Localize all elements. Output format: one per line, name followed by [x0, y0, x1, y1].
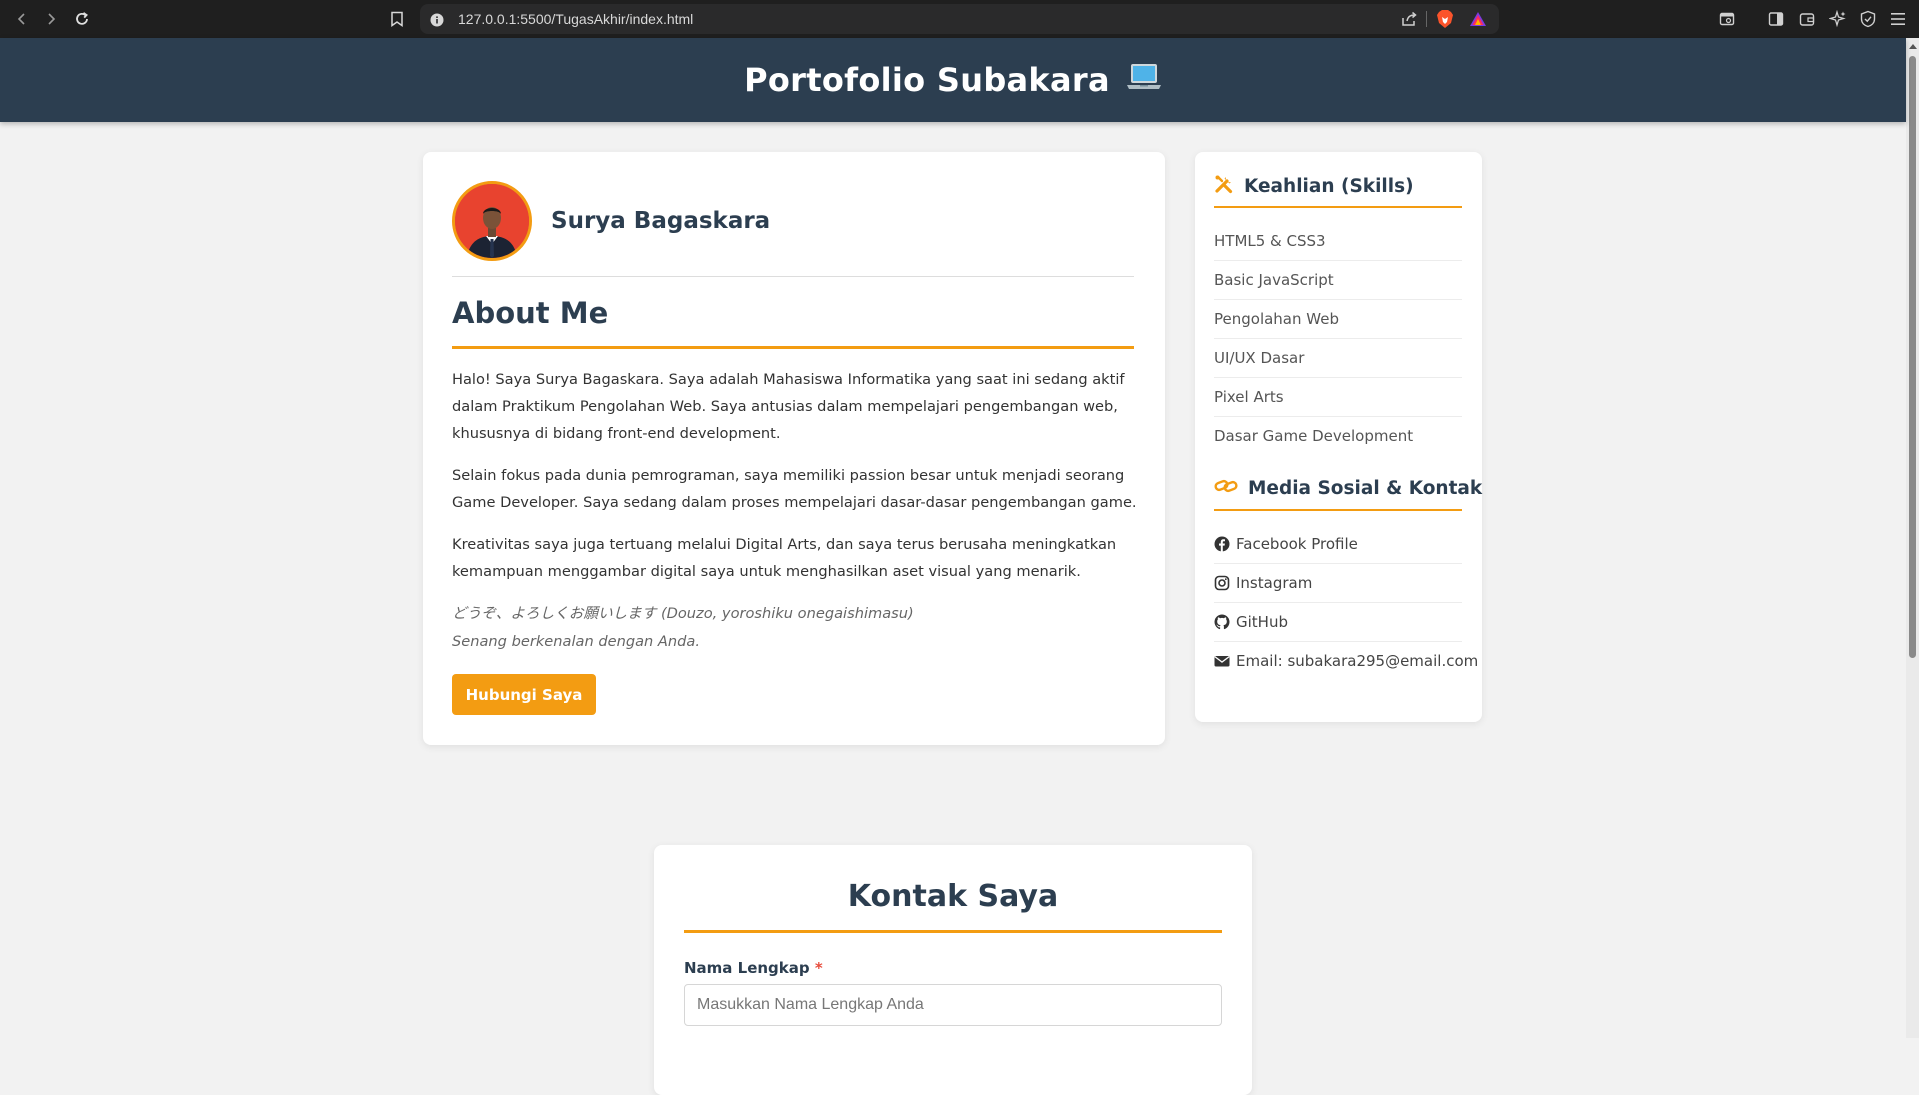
contact-card: Kontak Saya Nama Lengkap *	[654, 845, 1252, 1095]
laptop-icon	[1126, 61, 1162, 99]
wallet-icon[interactable]	[1797, 9, 1817, 29]
toolbar-separator	[1426, 11, 1427, 27]
about-paragraph: Selain fokus pada dunia pemrograman, say…	[452, 467, 1137, 511]
share-icon[interactable]	[1400, 10, 1418, 28]
social-link-instagram[interactable]: Instagram	[1214, 564, 1462, 603]
required-asterisk: *	[814, 959, 823, 977]
skill-item: Dasar Game Development	[1214, 427, 1414, 445]
leo-ai-icon[interactable]	[1828, 9, 1848, 29]
social-title: Media Sosial & Kontak	[1248, 478, 1483, 499]
name-field-label: Nama Lengkap *	[684, 959, 823, 977]
brave-shields-icon[interactable]	[1436, 9, 1454, 29]
vpn-shield-icon[interactable]	[1858, 9, 1878, 29]
about-card: Surya Bagaskara About Me Halo! Saya Sury…	[423, 152, 1165, 745]
link-icon	[1214, 477, 1238, 500]
sidebar-toggle-icon[interactable]	[1766, 9, 1786, 29]
scrollbar-thumb[interactable]	[1909, 56, 1916, 658]
menu-icon[interactable]	[1888, 9, 1908, 29]
avatar	[452, 181, 532, 261]
social-link-label[interactable]: Facebook Profile	[1236, 535, 1358, 553]
skills-underline	[1214, 206, 1462, 208]
browser-toolbar: 127.0.0.1:5500/TugasAkhir/index.html	[0, 0, 1919, 38]
full-name-input[interactable]	[684, 984, 1222, 1026]
reload-icon[interactable]	[72, 9, 92, 29]
skill-item: Pengolahan Web	[1214, 300, 1462, 339]
site-title-text: Portofolio Subakara	[744, 61, 1110, 99]
skill-item: Basic JavaScript	[1214, 261, 1462, 300]
envelope-icon	[1214, 653, 1230, 669]
reader-mode-icon[interactable]	[1717, 9, 1737, 29]
profile-photo	[455, 184, 529, 258]
bookmark-icon[interactable]	[387, 9, 407, 29]
scroll-up-arrow[interactable]	[1909, 44, 1917, 49]
skill-item: Pixel Arts	[1214, 378, 1462, 417]
url-text[interactable]: 127.0.0.1:5500/TugasAkhir/index.html	[458, 11, 693, 27]
tools-icon	[1214, 174, 1234, 199]
profile-name: Surya Bagaskara	[551, 208, 771, 234]
about-title: About Me	[452, 296, 609, 330]
social-link-facebook[interactable]: Facebook Profile	[1214, 525, 1462, 564]
greeting-quote: どうぞ、よろしくお願いします (Douzo, yoroshiku onegais…	[452, 600, 914, 656]
social-link-github[interactable]: GitHub	[1214, 603, 1462, 642]
contact-title: Kontak Saya	[847, 879, 1059, 914]
skills-heading: Keahlian (Skills)	[1214, 174, 1414, 199]
back-icon[interactable]	[12, 9, 32, 29]
contact-me-button[interactable]: Hubungi Saya	[452, 674, 596, 715]
site-header: Portofolio Subakara	[0, 38, 1906, 122]
site-title: Portofolio Subakara	[744, 61, 1162, 99]
skill-item: HTML5 & CSS3	[1214, 222, 1462, 261]
forward-icon[interactable]	[41, 9, 61, 29]
profile-header: Surya Bagaskara	[452, 181, 770, 261]
contact-title-underline	[684, 930, 1222, 933]
social-list: Facebook Profile Instagram GitHub Email:…	[1214, 525, 1478, 680]
profile-divider	[452, 276, 1134, 277]
skills-title: Keahlian (Skills)	[1244, 176, 1414, 197]
about-paragraph: Kreativitas saya juga tertuang melalui D…	[452, 536, 1117, 580]
greeting-translation: Senang berkenalan dengan Anda.	[452, 633, 701, 650]
social-heading: Media Sosial & Kontak	[1214, 477, 1482, 500]
skill-item: UI/UX Dasar	[1214, 339, 1462, 378]
site-info-icon[interactable]	[430, 12, 444, 27]
social-link-email[interactable]: Email: subakara295@email.com	[1214, 642, 1478, 680]
instagram-icon	[1214, 575, 1230, 591]
brave-rewards-icon[interactable]	[1469, 10, 1487, 28]
facebook-icon	[1214, 536, 1230, 552]
github-icon	[1214, 614, 1230, 630]
social-link-label[interactable]: Instagram	[1236, 574, 1312, 592]
social-link-label[interactable]: Email: subakara295@email.com	[1236, 652, 1478, 670]
about-paragraph: Halo! Saya Surya Bagaskara. Saya adalah …	[452, 371, 1125, 442]
social-link-label[interactable]: GitHub	[1236, 613, 1288, 631]
page-scrollbar[interactable]	[1906, 38, 1919, 1038]
address-bar[interactable]: 127.0.0.1:5500/TugasAkhir/index.html	[420, 4, 1499, 34]
skills-list: HTML5 & CSS3 Basic JavaScript Pengolahan…	[1214, 222, 1462, 455]
name-label-text: Nama Lengkap	[684, 959, 810, 977]
sidebar-card: Keahlian (Skills) HTML5 & CSS3 Basic Jav…	[1195, 152, 1482, 722]
social-underline	[1214, 509, 1462, 511]
greeting-japanese: どうぞ、よろしくお願いします (Douzo, yoroshiku onegais…	[452, 605, 914, 622]
about-title-underline	[452, 346, 1134, 349]
